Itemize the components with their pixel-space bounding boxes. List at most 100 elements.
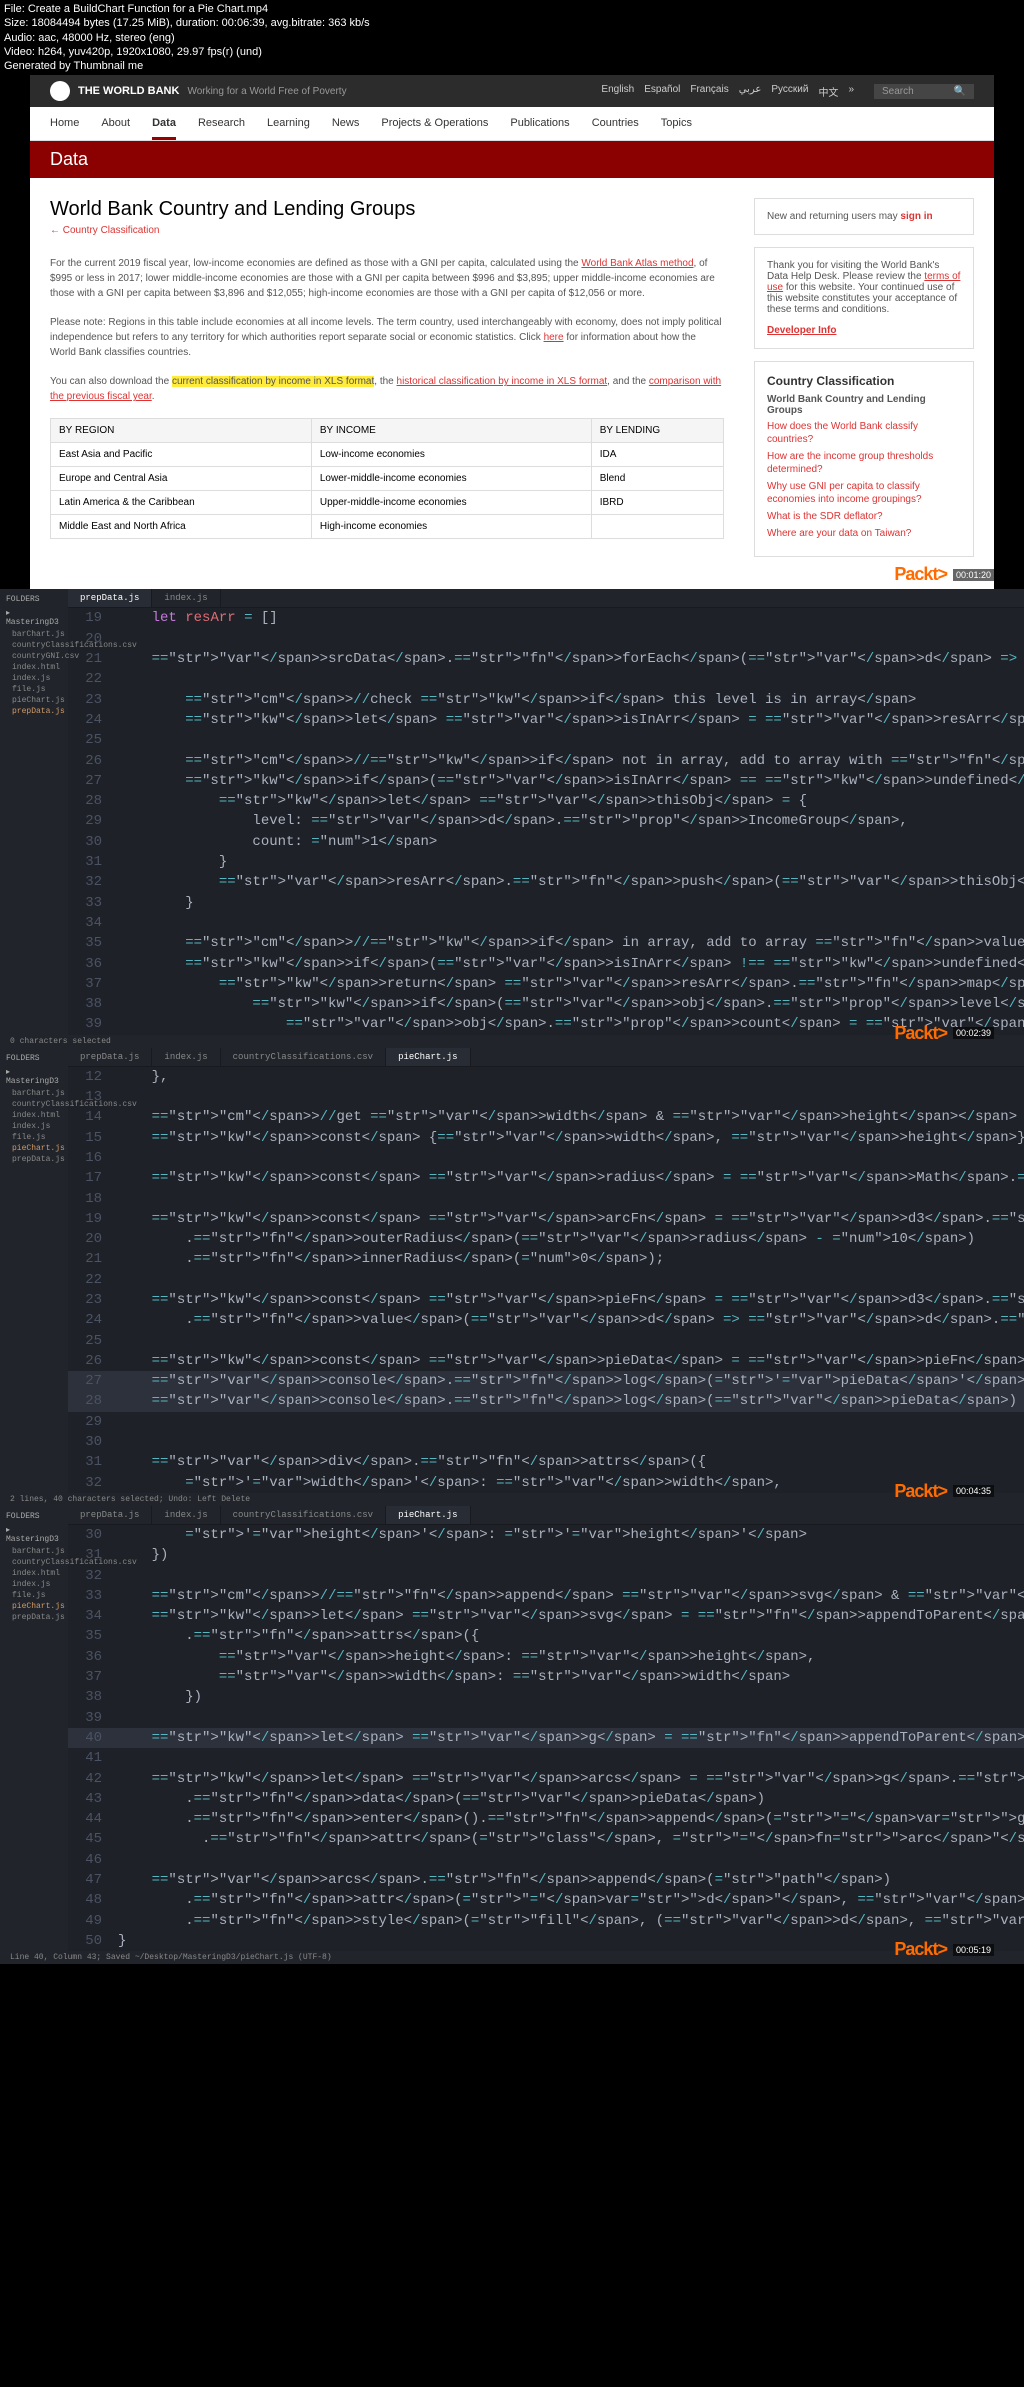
dev-info-link[interactable]: Developer Info <box>767 325 836 336</box>
code-line[interactable]: 16 <box>68 1148 1024 1168</box>
code-line[interactable]: 38 }) <box>68 1687 1024 1707</box>
code-line[interactable]: 26 =="str">"kw"</span>>const</span> =="s… <box>68 1351 1024 1371</box>
sidebar-file[interactable]: prepData.js <box>0 1612 68 1623</box>
sidebar-file[interactable]: pieChart.js <box>0 1143 68 1154</box>
editor-tab[interactable]: index.js <box>152 1506 220 1524</box>
lang-option[interactable]: Français <box>690 84 728 99</box>
code-line[interactable]: 48 .=="str">"fn"</span>>attr</span>(="st… <box>68 1890 1024 1910</box>
file-sidebar[interactable]: FOLDERS ▸ MasteringD3 barChart.jscountry… <box>0 589 68 1034</box>
code-line[interactable]: 40 =="str">"kw"</span>>let</span> =="str… <box>68 1728 1024 1748</box>
cc-link[interactable]: What is the SDR deflator? <box>767 510 961 523</box>
code-line[interactable]: 28 =="str">"kw"</span>>let</span> =="str… <box>68 791 1024 811</box>
nav-item[interactable]: Data <box>152 117 176 140</box>
lang-option[interactable]: عربي <box>739 84 762 99</box>
nav-item[interactable]: Topics <box>661 117 692 140</box>
sidebar-file[interactable]: prepData.js <box>0 1154 68 1165</box>
editor-tab[interactable]: prepData.js <box>68 589 152 607</box>
code-line[interactable]: 35 =="str">"cm"</span>>//=="str">"kw"</s… <box>68 933 1024 953</box>
code-line[interactable]: 47 =="str">"var"</span>>arcs</span>.=="s… <box>68 1870 1024 1890</box>
code-line[interactable]: 32 ="str">'="var">width</span>'</span>: … <box>68 1473 1024 1493</box>
code-line[interactable]: 28 =="str">"var"</span>>console</span>.=… <box>68 1391 1024 1411</box>
sidebar-file[interactable]: file.js <box>0 1132 68 1143</box>
wb-logo[interactable]: THE WORLD BANK <box>50 81 179 101</box>
code-line[interactable]: 33 } <box>68 893 1024 913</box>
code-line[interactable]: 43 .=="str">"fn"</span>>data</span>(=="s… <box>68 1789 1024 1809</box>
code-line[interactable]: 30 count: ="num">1</span> <box>68 832 1024 852</box>
sidebar-file[interactable]: countryClassifications.csv <box>0 640 68 651</box>
code-line[interactable]: 24 .=="str">"fn"</span>>value</span>(=="… <box>68 1310 1024 1330</box>
code-line[interactable]: 20 .=="str">"fn"</span>>outerRadius</spa… <box>68 1229 1024 1249</box>
code-line[interactable]: 17 =="str">"kw"</span>>const</span> =="s… <box>68 1168 1024 1188</box>
here-link[interactable]: here <box>544 332 564 343</box>
code-line[interactable]: 42 =="str">"kw"</span>>let</span> =="str… <box>68 1769 1024 1789</box>
code-line[interactable]: 24 =="str">"kw"</span>>let</span> =="str… <box>68 710 1024 730</box>
code-line[interactable]: 22 <box>68 1270 1024 1290</box>
sidebar-file[interactable]: index.js <box>0 673 68 684</box>
code-line[interactable]: 36 =="str">"var"</span>>height</span>: =… <box>68 1647 1024 1667</box>
lang-option[interactable]: Русский <box>771 84 808 99</box>
editor-tab[interactable]: index.js <box>152 589 220 607</box>
cc-link[interactable]: How does the World Bank classify countri… <box>767 420 961 446</box>
code-line[interactable]: 15 =="str">"kw"</span>>const</span> {=="… <box>68 1128 1024 1148</box>
code-line[interactable]: 38 =="str">"kw"</span>>if</span>(=="str"… <box>68 994 1024 1014</box>
sidebar-file[interactable]: prepData.js <box>0 706 68 717</box>
code-line[interactable]: 27 =="str">"kw"</span>>if</span>(=="str"… <box>68 771 1024 791</box>
nav-item[interactable]: Learning <box>267 117 310 140</box>
code-line[interactable]: 39 =="str">"var"</span>>obj</span>.=="st… <box>68 1014 1024 1034</box>
code-line[interactable]: 45 .=="str">"fn"</span>>attr</span>(="st… <box>68 1829 1024 1849</box>
nav-item[interactable]: About <box>101 117 130 140</box>
nav-item[interactable]: Projects & Operations <box>381 117 488 140</box>
code-line[interactable]: 50} <box>68 1931 1024 1951</box>
sidebar-file[interactable]: countryClassifications.csv <box>0 1557 68 1568</box>
editor-tab[interactable]: prepData.js <box>68 1048 152 1066</box>
editor-tabs[interactable]: prepData.jsindex.jscountryClassification… <box>68 1048 1024 1067</box>
code-line[interactable]: 49 .=="str">"fn"</span>>style</span>(="s… <box>68 1911 1024 1931</box>
search-input[interactable]: Search 🔍 <box>874 84 974 99</box>
editor-tab[interactable]: countryClassifications.csv <box>221 1048 386 1066</box>
code-line[interactable]: 12 }, <box>68 1067 1024 1087</box>
breadcrumb[interactable]: ← Country Classification <box>50 225 724 236</box>
project-folder[interactable]: ▸ MasteringD3 <box>0 1523 68 1546</box>
file-sidebar[interactable]: FOLDERS ▸ MasteringD3 barChart.jscountry… <box>0 1506 68 1951</box>
code-line[interactable]: 31 }) <box>68 1545 1024 1565</box>
editor-tab[interactable]: pieChart.js <box>386 1506 470 1524</box>
sidebar-file[interactable]: pieChart.js <box>0 695 68 706</box>
code-line[interactable]: 41 <box>68 1748 1024 1768</box>
code-line[interactable]: 25 <box>68 1331 1024 1351</box>
code-line[interactable]: 26 =="str">"cm"</span>>//=="str">"kw"</s… <box>68 751 1024 771</box>
language-selector[interactable]: English Español Français عربي Русский 中文 » <box>601 84 854 99</box>
code-line[interactable]: 25 <box>68 730 1024 750</box>
code-line[interactable]: 37 =="str">"var"</span>>width</span>: ==… <box>68 1667 1024 1687</box>
lang-option[interactable]: 中文 <box>818 84 838 99</box>
cc-link[interactable]: Why use GNI per capita to classify econo… <box>767 480 961 506</box>
code-line[interactable]: 27 =="str">"var"</span>>console</span>.=… <box>68 1371 1024 1391</box>
sidebar-file[interactable]: barChart.js <box>0 1088 68 1099</box>
code-line[interactable]: 37 =="str">"kw"</span>>return</span> =="… <box>68 974 1024 994</box>
code-line[interactable]: 22 <box>68 669 1024 689</box>
code-line[interactable]: 34 <box>68 913 1024 933</box>
lang-option[interactable]: English <box>601 84 634 99</box>
editor-tab[interactable]: countryClassifications.csv <box>221 1506 386 1524</box>
lang-option[interactable]: Español <box>644 84 680 99</box>
historical-link[interactable]: historical classification by income in X… <box>397 376 608 387</box>
code-pane[interactable]: prepData.jsindex.jscountryClassification… <box>68 1506 1024 1951</box>
code-line[interactable]: 29 level: =="str">"var"</span>>d</span>.… <box>68 811 1024 831</box>
code-line[interactable]: 35 .=="str">"fn"</span>>attrs</span>({ <box>68 1626 1024 1646</box>
code-line[interactable]: 19 =="str">"kw"</span>>const</span> =="s… <box>68 1209 1024 1229</box>
sidebar-file[interactable]: index.html <box>0 662 68 673</box>
project-folder[interactable]: ▸ MasteringD3 <box>0 606 68 629</box>
code-line[interactable]: 39 <box>68 1708 1024 1728</box>
sidebar-file[interactable]: countryGNI.csv <box>0 651 68 662</box>
code-line[interactable]: 30 <box>68 1432 1024 1452</box>
sidebar-file[interactable]: countryClassifications.csv <box>0 1099 68 1110</box>
code-pane[interactable]: prepData.jsindex.js 19 let resArr = [] 2… <box>68 589 1024 1034</box>
sidebar-file[interactable]: index.html <box>0 1568 68 1579</box>
code-line[interactable]: 29 <box>68 1412 1024 1432</box>
code-pane[interactable]: prepData.jsindex.jscountryClassification… <box>68 1048 1024 1493</box>
cc-link[interactable]: Where are your data on Taiwan? <box>767 527 961 540</box>
project-folder[interactable]: ▸ MasteringD3 <box>0 1065 68 1088</box>
lang-option[interactable]: » <box>848 84 854 99</box>
cc-link[interactable]: How are the income group thresholds dete… <box>767 450 961 476</box>
editor-tab[interactable]: index.js <box>152 1048 220 1066</box>
sidebar-file[interactable]: pieChart.js <box>0 1601 68 1612</box>
